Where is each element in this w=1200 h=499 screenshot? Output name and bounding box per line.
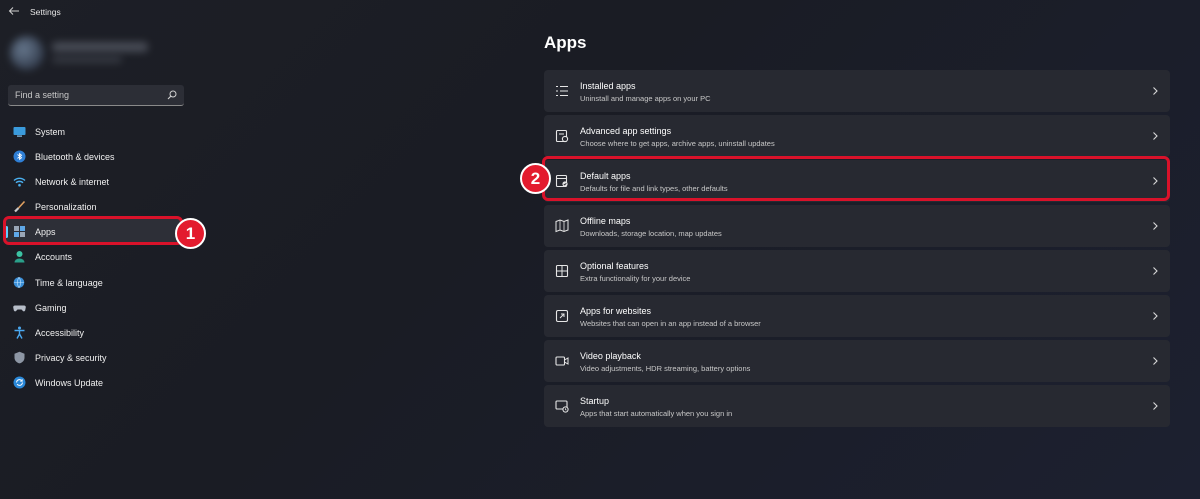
- app-settings-icon: [555, 129, 569, 143]
- card-description: Downloads, storage location, map updates: [580, 229, 722, 238]
- video-icon: [555, 356, 569, 366]
- system-icon: [13, 127, 26, 137]
- shield-icon: [14, 351, 25, 364]
- sidebar-item-windows-update[interactable]: Windows Update: [5, 370, 185, 395]
- highlight-box-apps: [3, 216, 183, 245]
- sidebar-item-label: Time & language: [35, 277, 103, 288]
- card-title: Apps for websites: [580, 306, 652, 316]
- sidebar-item-network[interactable]: Network & internet: [5, 169, 185, 194]
- chevron-right-icon: [1153, 357, 1158, 365]
- avatar: [10, 36, 44, 70]
- card-description: Extra functionality for your device: [580, 274, 691, 283]
- bluetooth-icon: [13, 150, 26, 163]
- title-bar: Settings: [0, 0, 1200, 24]
- chevron-right-icon: [1153, 87, 1158, 95]
- startup-icon: [555, 400, 569, 413]
- step-badge-2: 2: [520, 163, 551, 194]
- sidebar-item-label: Personalization: [35, 202, 97, 213]
- card-description: Uninstall and manage apps on your PC: [580, 94, 711, 103]
- chevron-right-icon: [1153, 222, 1158, 230]
- highlight-box-default-apps: [542, 156, 1170, 201]
- sidebar-item-accessibility[interactable]: Accessibility: [5, 320, 185, 345]
- update-icon: [13, 376, 26, 389]
- profile-name-blurred: [52, 42, 148, 52]
- search-icon[interactable]: [167, 90, 177, 100]
- card-title: Advanced app settings: [580, 126, 672, 136]
- sidebar-item-gaming[interactable]: Gaming: [5, 295, 185, 320]
- card-installed-apps[interactable]: Installed apps Uninstall and manage apps…: [544, 70, 1170, 112]
- gamepad-icon: [13, 305, 26, 312]
- sidebar-item-time-language[interactable]: Time & language: [5, 270, 185, 295]
- card-video-playback[interactable]: Video playback Video adjustments, HDR st…: [544, 340, 1170, 382]
- map-icon: [555, 219, 569, 233]
- sidebar-item-label: Gaming: [35, 302, 67, 313]
- wifi-icon: [13, 177, 26, 187]
- card-title: Video playback: [580, 351, 641, 361]
- search-box[interactable]: [8, 85, 184, 106]
- card-apps-for-websites[interactable]: Apps for websites Websites that can open…: [544, 295, 1170, 337]
- globe-clock-icon: [13, 276, 25, 288]
- optional-features-icon: [555, 264, 569, 278]
- sidebar-item-label: Network & internet: [35, 177, 110, 188]
- step-badge-1: 1: [175, 218, 206, 249]
- card-description: Choose where to get apps, archive apps, …: [580, 139, 775, 148]
- chevron-right-icon: [1153, 402, 1158, 410]
- card-description: Video adjustments, HDR streaming, batter…: [580, 364, 751, 373]
- sidebar-item-system[interactable]: System: [5, 119, 185, 144]
- sidebar-item-accounts[interactable]: Accounts: [5, 244, 185, 269]
- profile-email-blurred: [52, 56, 122, 63]
- brush-icon: [14, 201, 26, 213]
- search-input[interactable]: [8, 85, 158, 105]
- sidebar-nav: System Bluetooth & devices Network & int…: [5, 119, 185, 395]
- sidebar-item-label: Bluetooth & devices: [35, 152, 115, 163]
- card-startup[interactable]: Startup Apps that start automatically wh…: [544, 385, 1170, 427]
- sidebar-item-label: Windows Update: [35, 377, 104, 388]
- card-title: Optional features: [580, 261, 649, 271]
- sidebar-item-label: Accessibility: [35, 327, 85, 338]
- user-profile[interactable]: [8, 34, 158, 70]
- card-title: Installed apps: [580, 81, 636, 91]
- card-description: Apps that start automatically when you s…: [580, 409, 733, 418]
- back-arrow-icon[interactable]: [8, 5, 20, 17]
- sidebar-item-bluetooth[interactable]: Bluetooth & devices: [5, 144, 185, 169]
- sidebar-item-label: System: [35, 127, 66, 137]
- card-advanced-app-settings[interactable]: Advanced app settings Choose where to ge…: [544, 115, 1170, 157]
- sidebar-item-label: Accounts: [35, 252, 73, 263]
- window-title: Settings: [30, 7, 61, 17]
- link-app-icon: [555, 309, 569, 323]
- chevron-right-icon: [1153, 267, 1158, 275]
- page-title: Apps: [544, 33, 587, 52]
- chevron-right-icon: [1153, 132, 1158, 140]
- card-description: Websites that can open in an app instead…: [580, 319, 761, 328]
- card-optional-features[interactable]: Optional features Extra functionality fo…: [544, 250, 1170, 292]
- list-icon: [556, 85, 568, 97]
- sidebar-item-label: Privacy & security: [35, 352, 107, 363]
- card-title: Offline maps: [580, 216, 631, 226]
- card-offline-maps[interactable]: Offline maps Downloads, storage location…: [544, 205, 1170, 247]
- chevron-right-icon: [1153, 312, 1158, 320]
- settings-card-list: Installed apps Uninstall and manage apps…: [544, 70, 1170, 430]
- person-icon: [14, 251, 25, 263]
- accessibility-icon: [14, 326, 25, 339]
- sidebar-item-privacy[interactable]: Privacy & security: [5, 345, 185, 370]
- card-title: Startup: [580, 396, 610, 406]
